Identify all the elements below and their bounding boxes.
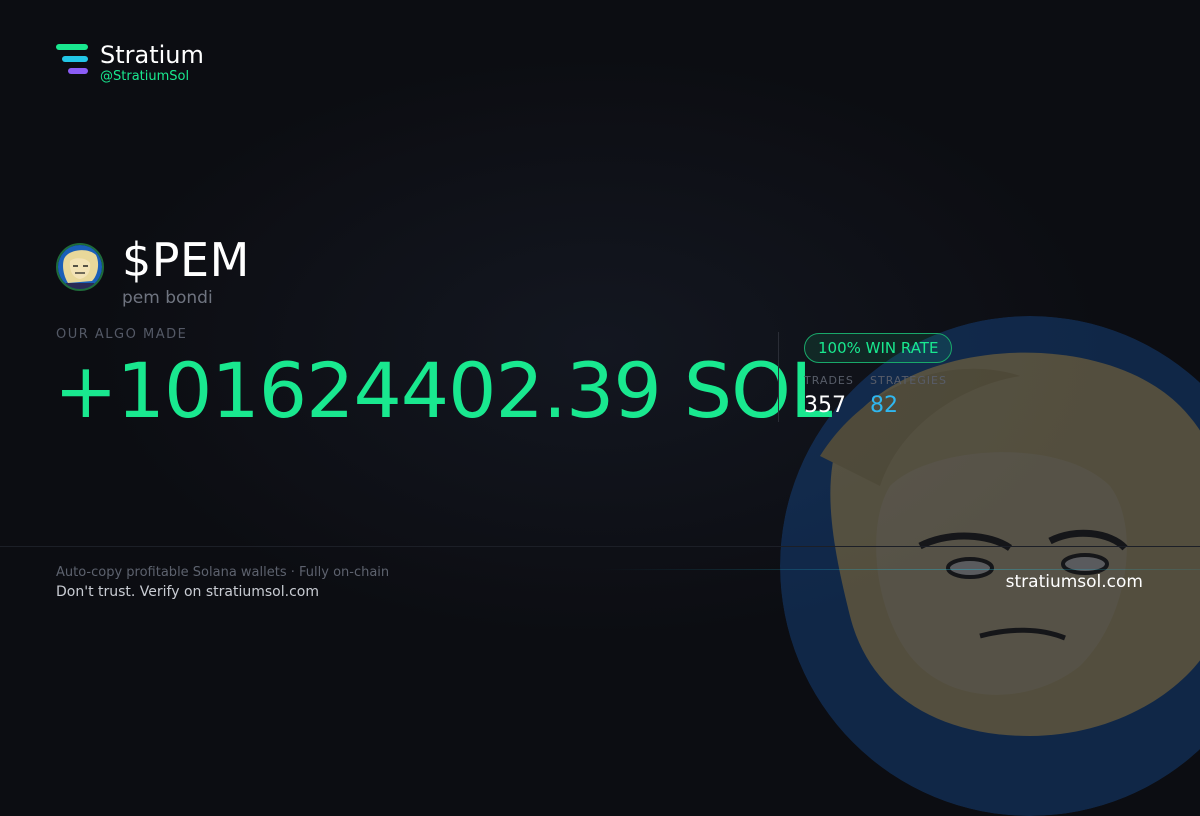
brand-name: Stratium	[100, 41, 204, 69]
stratium-logo-icon	[56, 44, 90, 80]
token-header: $PEM pem bondi	[56, 234, 250, 308]
footer-site-link[interactable]: stratiumsol.com	[1006, 572, 1143, 592]
trades-stat: TRADES 357	[804, 374, 854, 421]
strategies-label: STRATEGIES	[870, 374, 947, 387]
token-avatar	[56, 243, 104, 291]
strategies-stat: STRATEGIES 82	[870, 374, 947, 421]
footer-divider	[0, 546, 1200, 547]
algo-made-label: OUR ALGO MADE	[56, 327, 188, 342]
strategies-value: 82	[870, 393, 898, 418]
profit-amount: +101624402.39 SOL	[54, 346, 832, 435]
brand-header: Stratium @StratiumSol	[56, 42, 204, 85]
footer-tagline: Auto-copy profitable Solana wallets · Fu…	[56, 565, 390, 580]
stats-divider	[778, 332, 779, 422]
brand-handle: @StratiumSol	[100, 69, 190, 84]
token-name: pem bondi	[122, 288, 213, 308]
win-rate-badge: 100% WIN RATE	[804, 333, 953, 363]
token-ticker: $PEM	[122, 233, 250, 287]
footer-verify-text: Don't trust. Verify on stratiumsol.com	[56, 584, 319, 600]
trades-label: TRADES	[804, 374, 854, 387]
footer-accent-line	[600, 569, 1200, 570]
trades-value: 357	[804, 393, 846, 418]
